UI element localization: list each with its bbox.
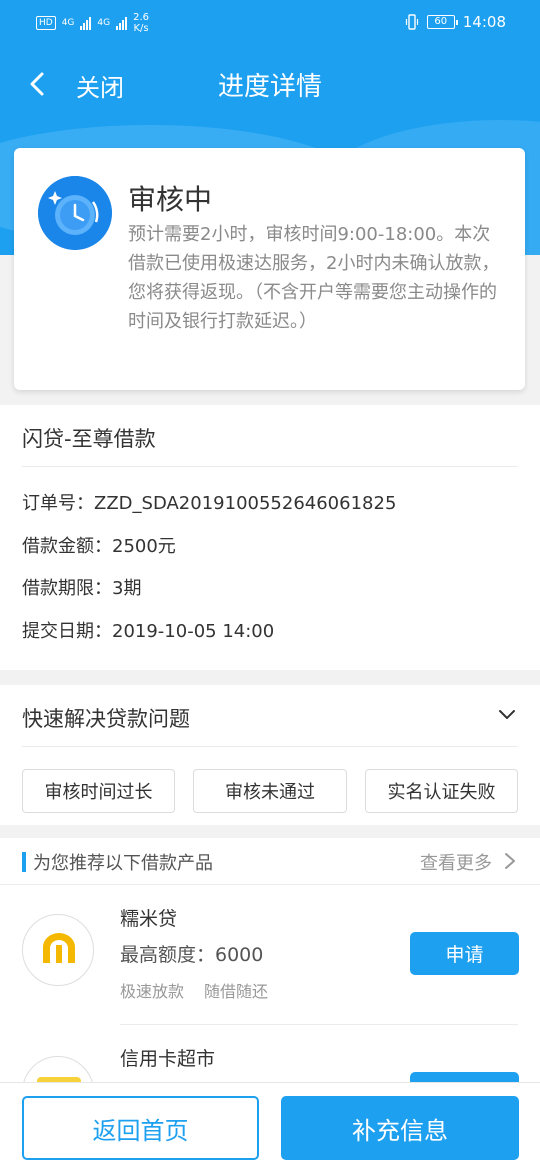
- hd-badge: HD: [36, 16, 56, 30]
- chip-review-time-long[interactable]: 审核时间过长: [22, 769, 175, 813]
- loan-info-section: 闪贷-至尊借款 订单号：ZZD_SDA2019100552646061825 借…: [0, 405, 540, 670]
- order-number-row: 订单号：ZZD_SDA2019100552646061825: [22, 489, 396, 515]
- faq-title[interactable]: 快速解决贷款问题: [22, 703, 190, 733]
- bottom-action-bar: 返回首页 补充信息: [0, 1082, 540, 1170]
- see-more-link[interactable]: 查看更多: [420, 849, 492, 875]
- row-label: 提交日期：: [22, 621, 112, 642]
- row-label: 借款期限：: [22, 578, 112, 599]
- chevron-right-icon[interactable]: [504, 852, 516, 870]
- status-bar-left: HD 4G 4G 2.6 K/s: [36, 12, 149, 34]
- network-label: 4G: [61, 18, 75, 28]
- loan-product-item[interactable]: 糯米贷 最高额度：6000 极速放款 随借随还 申请: [0, 884, 540, 1024]
- network-speed: 2.6 K/s: [133, 12, 149, 34]
- section-accent-bar: [22, 852, 26, 872]
- signal-icon: [116, 16, 128, 30]
- faq-section: 快速解决贷款问题 审核时间过长 审核未通过 实名认证失败: [0, 685, 540, 825]
- row-value: 2019-10-05 14:00: [112, 621, 275, 642]
- product-logo: [22, 914, 94, 986]
- row-value: ZZD_SDA2019100552646061825: [94, 493, 397, 514]
- product-limit: 最高额度：6000: [120, 944, 264, 966]
- row-value: 2500元: [112, 536, 176, 557]
- vibrate-icon: [405, 14, 418, 30]
- loan-term-row: 借款期限：3期: [22, 574, 141, 600]
- speed-unit: K/s: [133, 23, 149, 34]
- product-tag: 随借随还: [204, 982, 269, 1001]
- clock-time: 14:08: [462, 13, 506, 31]
- row-value: 3期: [112, 578, 142, 599]
- row-label: 借款金额：: [22, 536, 112, 557]
- chip-review-rejected[interactable]: 审核未通过: [193, 769, 347, 813]
- page-title: 进度详情: [217, 72, 322, 102]
- review-status-card: 审核中 预计需要2小时，审核时间9:00-18:00。本次借款已使用极速达服务，…: [14, 148, 525, 390]
- apply-button[interactable]: 申请: [410, 932, 519, 975]
- clock-icon: [38, 176, 112, 250]
- product-name: 糯米贷: [120, 908, 178, 930]
- chevron-down-icon[interactable]: [498, 705, 516, 723]
- product-name: 信用卡超市: [120, 1048, 216, 1070]
- status-bar-right: 60 14:08: [405, 13, 506, 31]
- status-bar: HD 4G 4G 2.6 K/s 60 14:08: [0, 0, 540, 44]
- network-label: 4G: [97, 18, 111, 28]
- product-name: 闪贷-至尊借款: [22, 427, 156, 451]
- speed-value: 2.6: [133, 12, 150, 23]
- divider: [22, 746, 518, 747]
- submit-date-row: 提交日期：2019-10-05 14:00: [22, 617, 274, 643]
- nuomi-logo-icon: [43, 933, 75, 963]
- back-home-button[interactable]: 返回首页: [22, 1096, 259, 1160]
- recommend-title: 为您推荐以下借款产品: [33, 853, 213, 874]
- product-tags: 极速放款 随借随还: [120, 978, 268, 1002]
- nav-bar: 关闭 进度详情: [0, 56, 540, 112]
- recommend-section: 为您推荐以下借款产品 查看更多 糯米贷 最高额度：6000 极速放款 随借随还 …: [0, 838, 540, 1128]
- supplement-info-button[interactable]: 补充信息: [281, 1096, 519, 1160]
- product-tag: 极速放款: [120, 982, 185, 1001]
- battery-icon: 60: [426, 15, 458, 29]
- status-title: 审核中: [128, 183, 213, 216]
- status-description: 预计需要2小时，审核时间9:00-18:00。本次借款已使用极速达服务，2小时内…: [128, 224, 500, 332]
- loan-amount-row: 借款金额：2500元: [22, 532, 176, 558]
- divider: [22, 466, 518, 467]
- row-label: 订单号：: [22, 493, 94, 514]
- signal-icon: [80, 16, 92, 30]
- chip-identity-failed[interactable]: 实名认证失败: [365, 769, 518, 813]
